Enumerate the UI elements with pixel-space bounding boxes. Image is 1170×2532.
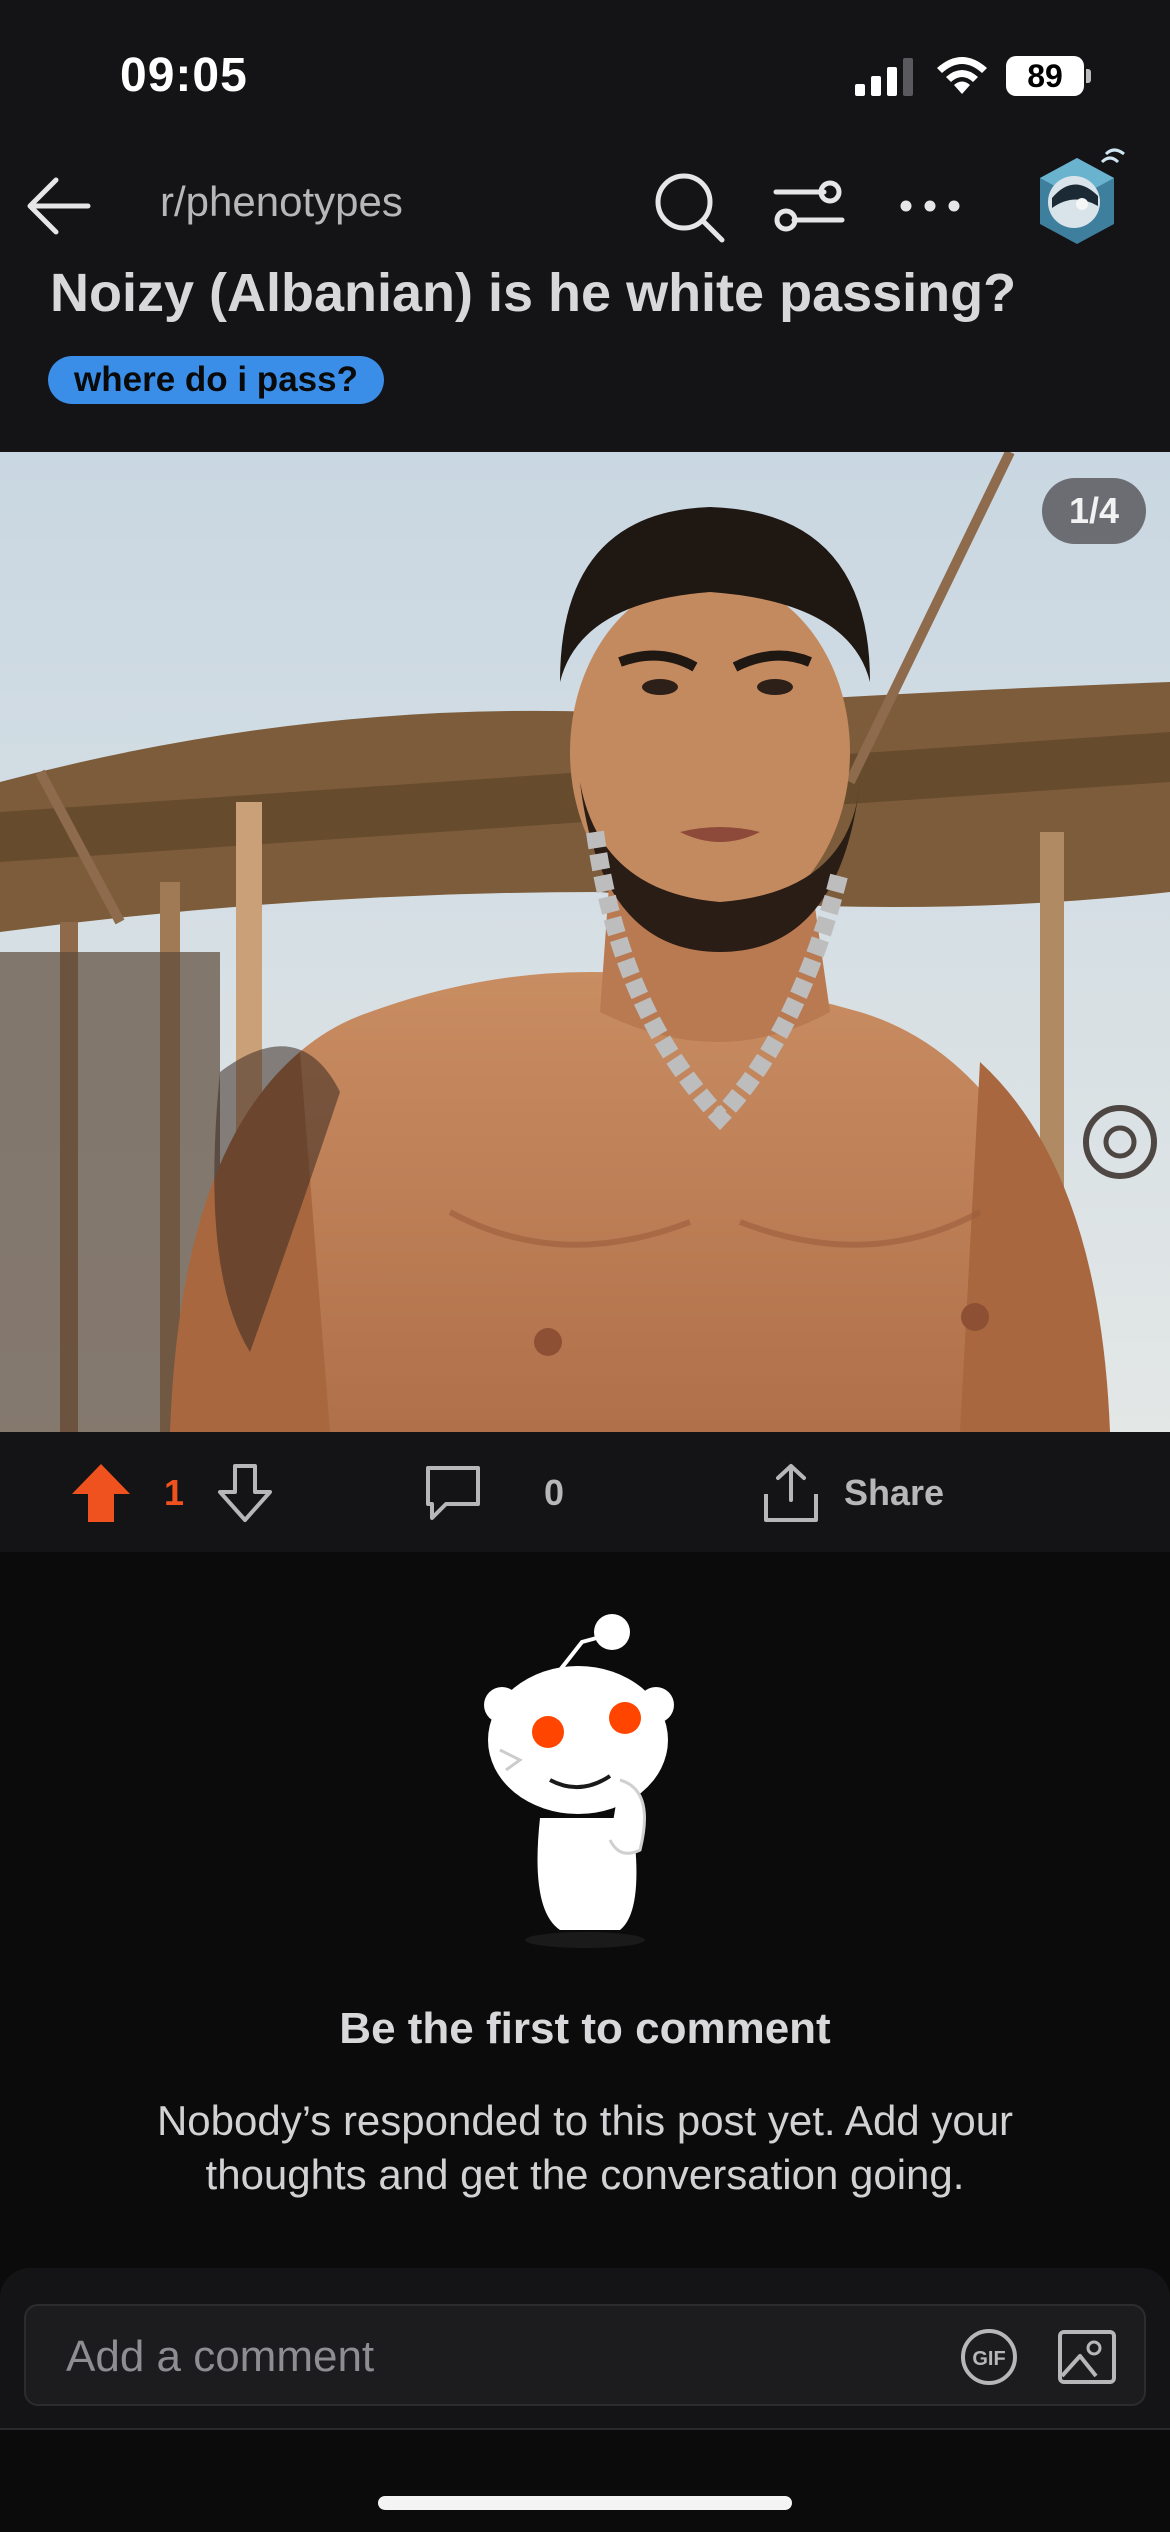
image-upload-icon[interactable] — [1056, 2326, 1118, 2388]
subreddit-name[interactable]: r/phenotypes — [160, 178, 403, 226]
battery-indicator: 89 — [1006, 56, 1091, 96]
post-nav-bar: r/phenotypes — [0, 140, 1170, 270]
more-icon[interactable] — [890, 166, 970, 246]
wifi-icon — [937, 57, 987, 94]
snoo-mascot-icon — [484, 1614, 674, 1948]
post-flair[interactable]: where do i pass? — [48, 356, 384, 404]
post-image[interactable] — [0, 452, 1170, 1432]
upvote-icon[interactable] — [68, 1460, 134, 1526]
bottom-safe-area — [0, 2428, 1170, 2532]
comment-bar: Add a comment GIF — [0, 2268, 1170, 2428]
share-button[interactable]: Share — [844, 1472, 944, 1514]
search-icon[interactable] — [648, 166, 728, 246]
back-arrow-icon[interactable] — [22, 170, 94, 242]
gallery-counter: 1/4 — [1042, 478, 1146, 544]
post-photo — [0, 452, 1170, 1432]
comment-placeholder: Add a comment — [66, 2332, 375, 2381]
gif-icon[interactable]: GIF — [960, 2328, 1018, 2386]
filter-icon[interactable] — [768, 166, 848, 246]
battery-level: 89 — [1027, 58, 1063, 94]
share-icon[interactable] — [758, 1460, 824, 1526]
status-time: 09:05 — [120, 49, 248, 102]
empty-state-title: Be the first to comment — [339, 2004, 831, 2053]
vote-count: 1 — [164, 1472, 185, 1513]
post-action-bar: 1 0 Share — [0, 1432, 1170, 1552]
comment-input[interactable]: Add a comment GIF — [24, 2304, 1146, 2406]
downvote-icon[interactable] — [212, 1460, 278, 1526]
comment-icon[interactable] — [420, 1460, 486, 1526]
home-indicator — [378, 2496, 792, 2510]
status-bar: 09:05 89 — [0, 0, 1170, 140]
post-title: Noizy (Albanian) is he white passing? — [50, 263, 1017, 323]
empty-state-text: Nobody’s responded to this post yet. Add… — [156, 2097, 1014, 2198]
header-area: 09:05 89 r/phenotypes Noizy (Albanian) i… — [0, 0, 1170, 452]
signal-icon — [855, 58, 913, 96]
empty-comments: Be the first to comment Nobody’s respond… — [0, 1552, 1170, 2272]
gif-label: GIF — [972, 2348, 1005, 2370]
battery-nub — [1086, 69, 1091, 83]
avatar[interactable] — [1018, 140, 1136, 258]
comment-count[interactable]: 0 — [544, 1472, 564, 1514]
